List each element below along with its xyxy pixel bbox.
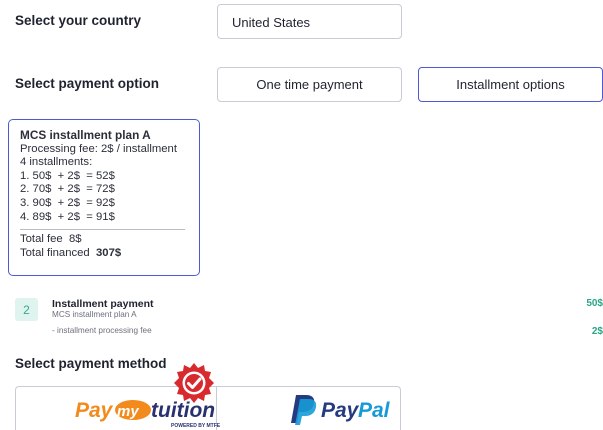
plan-total-financed-label: Total financed <box>20 246 90 259</box>
plan-installment-1: 1. 50$ + 2$ = 52$ <box>20 169 115 182</box>
installment-plan-subtitle: MCS installment plan A <box>52 310 137 319</box>
plan-total-financed-value: 307$ <box>96 246 122 259</box>
installment-payment-title: Installment payment <box>52 298 154 310</box>
plan-divider <box>20 229 185 231</box>
country-select[interactable]: United States <box>217 4 402 39</box>
svg-text:Pay: Pay <box>75 399 114 422</box>
plan-installment-3: 3. 90$ + 2$ = 92$ <box>20 196 115 209</box>
plan-total-fee: Total fee 8$ <box>20 233 82 246</box>
svg-text:Pal: Pal <box>358 399 391 422</box>
one-time-payment-button[interactable]: One time payment <box>217 67 402 102</box>
plan-total-financed: Total financed 307$ <box>20 247 199 261</box>
country-label: Select your country <box>15 13 142 28</box>
payment-option-label: Select payment option <box>15 76 160 91</box>
plan-installment-4: 4. 89$ + 2$ = 91$ <box>20 210 115 223</box>
payment-method-label: Select payment method <box>15 356 167 371</box>
installment-plan-card[interactable]: MCS installment plan A Processing fee: 2… <box>8 119 200 276</box>
installment-options-button[interactable]: Installment options <box>418 67 603 102</box>
plan-installment-2: 2. 70$ + 2$ = 72$ <box>20 183 115 196</box>
plan-title: MCS installment plan A <box>20 128 151 142</box>
step-badge: 2 <box>15 298 38 321</box>
plan-processing-fee: Processing fee: 2$ / installment <box>20 142 177 155</box>
paypal-logo[interactable]: Pay Pal <box>290 393 400 425</box>
svg-text:Pay: Pay <box>321 399 360 422</box>
plan-installment-count: 4 installments: <box>20 156 93 169</box>
installment-amount: 50$ <box>586 298 603 309</box>
processing-fee-amount: 2$ <box>591 326 603 337</box>
verified-seal-icon <box>174 363 214 403</box>
processing-fee-label: - installment processing fee <box>52 326 152 335</box>
paymytuition-tagline: POWERED BY MTFE <box>171 423 221 429</box>
svg-text:my: my <box>117 403 139 420</box>
